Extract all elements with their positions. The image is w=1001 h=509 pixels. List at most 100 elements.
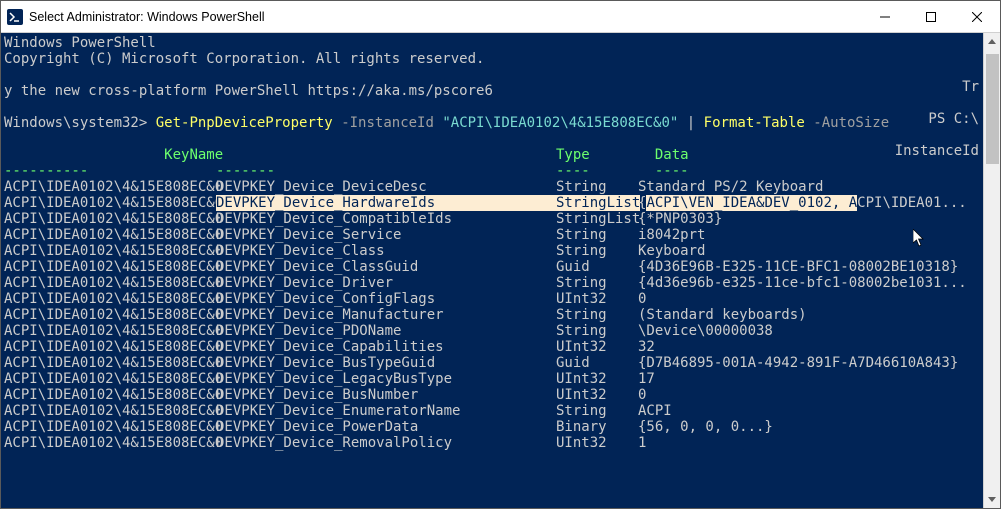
titlebar[interactable]: Select Administrator: Windows PowerShell [1, 1, 1000, 33]
powershell-icon [7, 9, 23, 25]
cell-keyname: DEVPKEY_Device_Service [216, 227, 556, 243]
cell-instance: ACPI\IDEA0102\4&15E808EC&0 [4, 387, 216, 403]
window-title: Select Administrator: Windows PowerShell [29, 10, 265, 24]
cell-type: UInt32 [556, 435, 638, 451]
cell-instance: ACPI\IDEA0102\4&15E808EC&0 [4, 323, 216, 339]
client-area: Windows PowerShell Copyright (C) Microso… [1, 33, 1000, 508]
cell-instance: ACPI\IDEA0102\4&15E808EC&0 [4, 435, 216, 451]
cell-instance: ACPI\IDEA0102\4&15E808EC&0 [4, 339, 216, 355]
cell-type: StringList [556, 211, 638, 227]
table-row[interactable]: ACPI\IDEA0102\4&15E808EC&0DEVPKEY_Device… [4, 275, 983, 291]
leak-text-1: Tr [962, 79, 979, 95]
leak-text-3: InstanceId [895, 143, 979, 159]
table-row[interactable]: ACPI\IDEA0102\4&15E808EC&0DEVPKEY_Device… [4, 211, 983, 227]
terminal[interactable]: Windows PowerShell Copyright (C) Microso… [1, 33, 983, 508]
dashes-inst: ---------- [4, 163, 216, 179]
cell-data: Standard PS/2 Keyboard [638, 179, 983, 195]
cell-data: 1 [638, 435, 983, 451]
banner-line2: Copyright (C) Microsoft Corporation. All… [4, 51, 983, 67]
cell-instance: ACPI\IDEA0102\4&15E808EC&0 [4, 259, 216, 275]
maximize-button[interactable] [908, 1, 954, 32]
cell-keyname: DEVPKEY_Device_LegacyBusType [216, 371, 556, 387]
table-row[interactable]: ACPI\IDEA0102\4&15E808EC&0DEVPKEY_Device… [4, 179, 983, 195]
cell-keyname: DEVPKEY_Device_RemovalPolicy [216, 435, 556, 451]
scroll-down-button[interactable] [984, 491, 1001, 508]
prompt-pipe: | [687, 115, 695, 131]
table-row[interactable]: ACPI\IDEA0102\4&15E808EC&0DEVPKEY_Device… [4, 339, 983, 355]
table-row[interactable]: ACPI\IDEA0102\4&15E808EC&0DEVPKEY_Device… [4, 435, 983, 451]
table-row[interactable]: ACPI\IDEA0102\4&15E808EC&0DEVPKEY_Device… [4, 323, 983, 339]
table-row[interactable]: ACPI\IDEA0102\4&15E808EC&0DEVPKEY_Device… [4, 403, 983, 419]
cell-data: {D7B46895-001A-4942-891F-A7D46610A843} [638, 355, 983, 371]
minimize-button[interactable] [862, 1, 908, 32]
cell-type: String [556, 179, 638, 195]
cell-keyname: DEVPKEY_Device_BusTypeGuid [216, 355, 556, 371]
blank-line-2 [4, 99, 983, 115]
cell-keyname: DEVPKEY_Device_BusNumber [216, 387, 556, 403]
cell-data: 17 [638, 371, 983, 387]
cell-instance: ACPI\IDEA0102\4&15E808EC&0 [4, 227, 216, 243]
table-row[interactable]: ACPI\IDEA0102\4&15E808EC&0DEVPKEY_Device… [4, 227, 983, 243]
cell-keyname: DEVPKEY_Device_CompatibleIds [216, 211, 556, 227]
cell-type: UInt32 [556, 371, 638, 387]
cell-instance: ACPI\IDEA0102\4&15E808EC&0 [4, 403, 216, 419]
cell-data: 0 [638, 291, 983, 307]
hint-url: https://aka.ms/pscore6 [307, 83, 492, 99]
cell-keyname: DEVPKEY_Device_Driver [216, 275, 556, 291]
cell-type: Guid [556, 259, 638, 275]
cell-instance: ACPI\IDEA0102\4&15E808EC&0 [4, 419, 216, 435]
table-row[interactable]: ACPI\IDEA0102\4&15E808EC&0DEVPKEY_Device… [4, 307, 983, 323]
dashes-type: ---- [556, 163, 638, 179]
table-row[interactable]: ACPI\IDEA0102\4&15E808EC&0DEVPKEY_Device… [4, 243, 983, 259]
vertical-scrollbar[interactable] [983, 33, 1000, 508]
cell-instance: ACPI\IDEA0102\4&15E808EC&0 [4, 291, 216, 307]
scroll-up-button[interactable] [984, 33, 1001, 50]
cell-type: String [556, 275, 638, 291]
cell-keyname: DEVPKEY_Device_EnumeratorName [216, 403, 556, 419]
cell-data: 0 [638, 387, 983, 403]
cell-keyname: DEVPKEY_Device_Manufacturer [216, 307, 556, 323]
cell-data: {4D36E96B-E325-11CE-BFC1-08002BE10318} [638, 259, 983, 275]
table-row[interactable]: ACPI\IDEA0102\4&15E808EC&0DEVPKEY_Device… [4, 387, 983, 403]
cell-type: Guid [556, 355, 638, 371]
cell-type: String [556, 307, 638, 323]
table-row[interactable]: ACPI\IDEA0102\4&15E808EC&0DEVPKEY_Device… [4, 291, 983, 307]
header-row: KeyName Type Data [4, 147, 983, 163]
cell-keyname: DEVPKEY_Device_DeviceDesc [216, 179, 556, 195]
cell-keyname: DEVPKEY_Device_Class [216, 243, 556, 259]
cell-instance: ACPI\IDEA0102\4&15E808EC&0 [4, 275, 216, 291]
cell-instance: ACPI\IDEA0102\4&15E808EC&0 [4, 355, 216, 371]
prompt-arg1-flag: -InstanceId [341, 115, 434, 131]
cell-type: String [556, 403, 638, 419]
table-row[interactable]: ACPI\IDEA0102\4&15E808EC&0DEVPKEY_Device… [4, 195, 983, 211]
scroll-thumb[interactable] [986, 54, 999, 164]
table-row[interactable]: ACPI\IDEA0102\4&15E808EC&0DEVPKEY_Device… [4, 259, 983, 275]
table-row[interactable]: ACPI\IDEA0102\4&15E808EC&0DEVPKEY_Device… [4, 355, 983, 371]
cell-instance: ACPI\IDEA0102\4&15E808EC&0 [4, 179, 216, 195]
cell-type: UInt32 [556, 339, 638, 355]
prompt-arg1-val: "ACPI\IDEA0102\4&15E808EC&0" [442, 115, 678, 131]
cell-type: String [556, 227, 638, 243]
table-row[interactable]: ACPI\IDEA0102\4&15E808EC&0DEVPKEY_Device… [4, 371, 983, 387]
powershell-window: Select Administrator: Windows PowerShell… [0, 0, 1001, 509]
close-button[interactable] [954, 1, 1000, 32]
cell-instance: ACPI\IDEA0102\4&15E808EC&0 [4, 307, 216, 323]
blank-line [4, 67, 983, 83]
header-type: Type [556, 147, 638, 163]
blank-line-3 [4, 131, 983, 147]
hint-prefix: y the new cross-platform PowerShell [4, 83, 307, 99]
cell-data: \Device\00000038 [638, 323, 983, 339]
cell-keyname: DEVPKEY_Device_ClassGuid [216, 259, 556, 275]
banner-line1: Windows PowerShell [4, 35, 983, 51]
cell-type: StringList [556, 195, 638, 211]
cell-data: (Standard keyboards) [638, 307, 983, 323]
dashes-key: ------- [216, 163, 556, 179]
leak-text-2: PS C:\ [928, 111, 979, 127]
dashes-data: ---- [638, 163, 983, 179]
cell-data: i8042prt [638, 227, 983, 243]
cell-keyname: DEVPKEY_Device_PDOName [216, 323, 556, 339]
table-row[interactable]: ACPI\IDEA0102\4&15E808EC&0DEVPKEY_Device… [4, 419, 983, 435]
scroll-track[interactable] [984, 50, 1001, 491]
cell-data: 32 [638, 339, 983, 355]
prompt-line: Windows\system32> Get-PnpDeviceProperty … [4, 115, 983, 131]
